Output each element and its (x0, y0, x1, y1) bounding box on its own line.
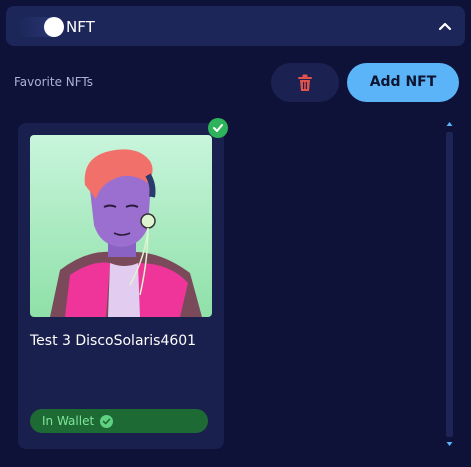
nft-title: Test 3 DiscoSolaris4601 (30, 333, 197, 349)
scroll-down-arrow-icon[interactable] (446, 440, 453, 448)
chevron-up-icon[interactable] (435, 16, 455, 36)
nft-section-header[interactable]: NFT (6, 6, 465, 46)
nft-toggle[interactable] (18, 17, 64, 37)
in-wallet-badge: In Wallet (30, 409, 208, 433)
badge-label: In Wallet (42, 414, 95, 428)
add-nft-button[interactable]: Add NFT (347, 63, 459, 102)
scrollbar-track[interactable] (446, 132, 453, 437)
section-title: NFT (66, 18, 95, 36)
check-circle-icon (100, 414, 114, 428)
toggle-knob (44, 17, 64, 37)
selected-check-icon[interactable] (208, 118, 228, 138)
delete-button[interactable] (271, 63, 339, 102)
favorite-nfts-label: Favorite NFTs (14, 75, 94, 89)
scrollbar[interactable] (443, 118, 457, 451)
nft-card[interactable]: Test 3 DiscoSolaris4601 In Wallet (18, 123, 224, 449)
scroll-up-arrow-icon[interactable] (446, 120, 453, 128)
nft-image (30, 135, 212, 317)
trash-icon (298, 74, 312, 91)
